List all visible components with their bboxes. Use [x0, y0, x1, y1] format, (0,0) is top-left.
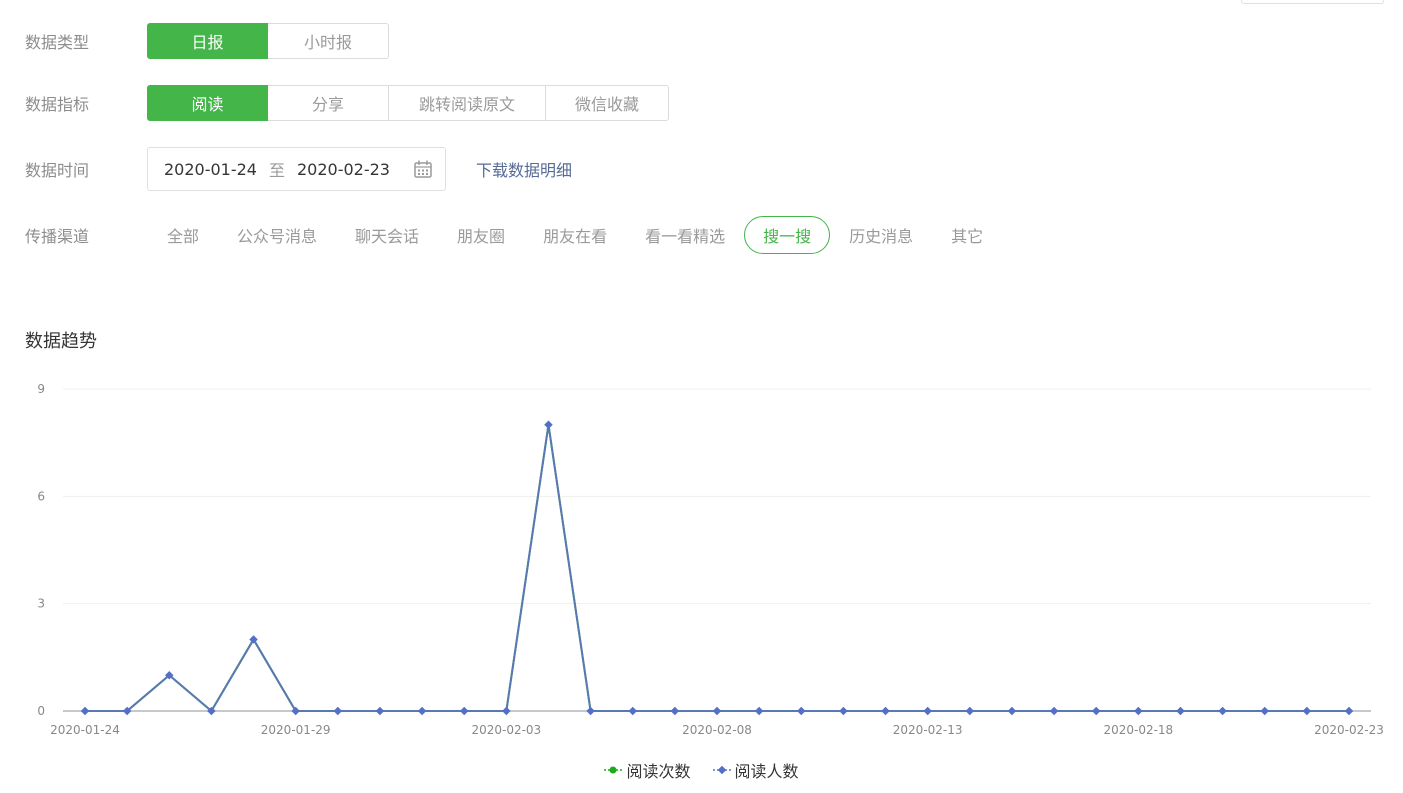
data-point — [375, 706, 385, 716]
channel-search[interactable]: 搜一搜 — [744, 216, 831, 254]
data-point — [881, 706, 890, 716]
data-point — [80, 706, 90, 716]
y-tick-label: 6 — [37, 489, 45, 503]
y-tick-label: 3 — [37, 597, 45, 611]
data-point — [1007, 706, 1017, 716]
download-details-link[interactable]: 下载数据明细 — [476, 157, 572, 181]
legend-item-readers[interactable]: 阅读人数 — [712, 758, 799, 782]
channel-tabs: 全部 公众号消息 聊天会话 朋友圈 朋友在看 看一看精选 搜一搜 历史消息 其它 — [148, 216, 1002, 254]
data-type-switch: 日报 小时报 — [147, 23, 389, 59]
data-type-label: 数据类型 — [25, 33, 90, 52]
metric-row: 数据指标 阅读 分享 跳转阅读原文 微信收藏 — [25, 85, 669, 121]
series-line-0 — [85, 423, 1349, 712]
data-point — [1091, 706, 1101, 716]
trend-chart: 0 3 6 9 2020-01-24 2020-01-29 2020-02-03 2020-0… — [37, 382, 1384, 737]
y-tick-label: 9 — [37, 382, 45, 396]
data-point — [797, 706, 806, 716]
channel-friends-watching[interactable]: 朋友在看 — [524, 216, 626, 254]
metric-share-button[interactable]: 分享 — [267, 85, 389, 121]
data-point — [1344, 706, 1354, 716]
time-row: 数据时间 2020-01-24 至 2020-02-23 下载数据明细 — [25, 147, 572, 191]
calendar-icon[interactable] — [413, 159, 433, 183]
channel-all[interactable]: 全部 — [148, 216, 218, 254]
data-point — [417, 706, 427, 716]
end-date[interactable]: 2020-02-23 — [297, 160, 390, 179]
x-tick-label: 2020-02-18 — [1103, 723, 1173, 737]
data-type-hourly-button[interactable]: 小时报 — [267, 23, 389, 59]
x-tick-label: 2020-02-08 — [682, 723, 752, 737]
data-point — [839, 706, 848, 716]
channel-other[interactable]: 其它 — [932, 216, 1002, 254]
channel-chat[interactable]: 聊天会话 — [336, 216, 438, 254]
legend-item-reads[interactable]: 阅读次数 — [604, 758, 691, 782]
data-point — [712, 706, 722, 716]
x-tick-label: 2020-02-03 — [471, 723, 541, 737]
data-point — [1260, 706, 1269, 716]
data-point — [754, 706, 764, 716]
data-point — [544, 420, 553, 430]
metric-original-link-button[interactable]: 跳转阅读原文 — [388, 85, 546, 121]
start-date[interactable]: 2020-01-24 — [164, 160, 257, 179]
legend-readers-marker-icon — [712, 765, 731, 775]
channel-row: 传播渠道 全部 公众号消息 聊天会话 朋友圈 朋友在看 看一看精选 搜一搜 历史… — [25, 216, 1002, 254]
legend-reads-marker-icon — [604, 766, 623, 774]
x-tick-label: 2020-02-23 — [1314, 723, 1384, 737]
data-point — [586, 706, 595, 716]
metric-label: 数据指标 — [25, 95, 90, 114]
time-label: 数据时间 — [25, 161, 90, 180]
data-type-daily-button[interactable]: 日报 — [147, 23, 268, 59]
channel-official-message[interactable]: 公众号消息 — [218, 216, 336, 254]
legend-readers-label: 阅读人数 — [734, 762, 799, 781]
date-range-picker[interactable]: 2020-01-24 至 2020-02-23 — [147, 147, 446, 191]
metric-read-button[interactable]: 阅读 — [147, 85, 268, 121]
date-separator: 至 — [268, 161, 285, 180]
data-type-row: 数据类型 日报 小时报 — [25, 23, 389, 59]
channel-history[interactable]: 历史消息 — [830, 216, 932, 254]
x-tick-label: 2020-01-29 — [261, 723, 331, 737]
x-tick-label: 2020-01-24 — [50, 723, 120, 737]
x-tick-label: 2020-02-13 — [893, 723, 963, 737]
data-point — [628, 706, 637, 716]
chart-legend: 阅读次数 阅读人数 — [0, 758, 1403, 782]
data-point — [670, 706, 680, 716]
top-right-control[interactable] — [1241, 0, 1384, 4]
data-point — [249, 635, 258, 644]
data-point — [1302, 706, 1312, 716]
trend-title: 数据趋势 — [25, 331, 97, 352]
data-point — [965, 706, 975, 716]
data-point — [1218, 706, 1227, 716]
data-point — [291, 706, 300, 716]
y-tick-label: 0 — [37, 704, 45, 718]
series-line-1 — [85, 423, 1349, 712]
channel-top-stories[interactable]: 看一看精选 — [626, 216, 744, 254]
metric-switch: 阅读 分享 跳转阅读原文 微信收藏 — [147, 85, 669, 121]
channel-label: 传播渠道 — [25, 227, 90, 246]
data-point — [502, 706, 511, 716]
data-point — [1134, 706, 1143, 716]
data-point — [333, 706, 343, 716]
legend-reads-label: 阅读次数 — [626, 762, 691, 781]
data-point — [923, 706, 932, 716]
data-point — [1176, 706, 1185, 716]
data-point — [459, 706, 469, 716]
metric-favorite-button[interactable]: 微信收藏 — [545, 85, 669, 121]
data-point — [1049, 706, 1059, 716]
channel-moments[interactable]: 朋友圈 — [438, 216, 524, 254]
